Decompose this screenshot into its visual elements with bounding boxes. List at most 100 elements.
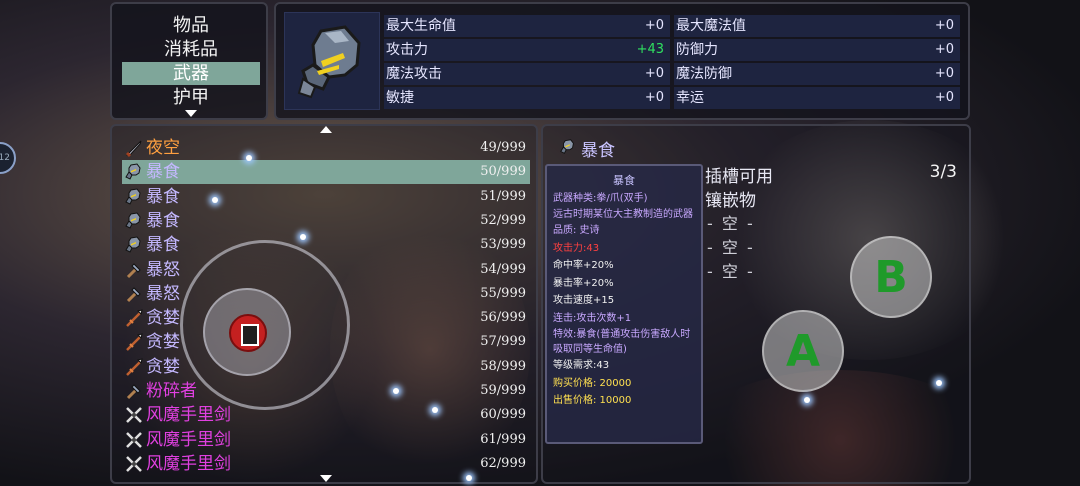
sword-icon <box>125 140 142 158</box>
detail-title: 暴食 <box>581 141 615 161</box>
socket-count: 3/3 <box>929 162 957 182</box>
weapon-quantity: 55/999 <box>480 285 526 301</box>
weapon-list-item[interactable]: 风魔手里剑 61/999 <box>122 428 530 452</box>
stat-value: +0 <box>934 18 954 33</box>
item-tooltip: 暴食 武器种类:拳/爪(双手) 远古时期某位大主教制造的武器 品质: 史诗 攻击… <box>545 164 703 444</box>
weapon-quantity: 52/999 <box>480 212 526 228</box>
tooltip-attack: 攻击力:43 <box>553 242 600 254</box>
weapon-name: 粉碎者 <box>146 381 197 401</box>
stat-value: +0 <box>644 66 664 81</box>
tooltip-effect: 特效:暴食(普通攻击伤害敌人时吸取同等生命值) <box>553 329 691 355</box>
tooltip-type: 武器种类:拳/爪(双手) <box>553 192 648 204</box>
weapon-list-item[interactable]: 暴食 50/999 <box>122 160 530 185</box>
stat-luck: 幸运 +0 <box>674 87 960 109</box>
weapon-name: 暴食 <box>146 186 180 207</box>
gauntlet-icon <box>125 163 141 180</box>
category-armor[interactable]: 护甲 <box>122 86 260 109</box>
hammer-icon <box>126 262 141 278</box>
weapon-quantity: 60/999 <box>480 407 526 423</box>
category-consumables[interactable]: 消耗品 <box>122 38 260 61</box>
scroll-up-arrow-icon[interactable] <box>320 126 332 133</box>
tooltip-quality: 品质: 史诗 <box>553 225 600 236</box>
joystick-knob[interactable] <box>203 288 291 376</box>
weapon-name: 暴食 <box>146 210 180 231</box>
stat-value: +0 <box>644 18 664 33</box>
scroll-down-arrow-icon[interactable] <box>185 110 197 117</box>
scroll-down-arrow-icon[interactable] <box>320 475 332 482</box>
b-button[interactable]: B <box>850 236 932 318</box>
sparkle <box>466 475 472 481</box>
stat-value: +0 <box>934 66 954 81</box>
inlay-slot-1[interactable]: - 空 - <box>707 210 755 234</box>
socket-label: 插槽可用 <box>705 167 773 187</box>
weapon-quantity: 58/999 <box>480 358 526 374</box>
side-menu-button[interactable]: 12 <box>0 142 16 174</box>
tooltip-name: 暴食 <box>613 174 635 187</box>
stat-defense: 防御力 +0 <box>674 39 960 61</box>
weapon-name: 暴食 <box>146 162 180 183</box>
stat-value: +0 <box>934 90 954 105</box>
sparkle <box>804 397 810 403</box>
weapon-quantity: 50/999 <box>480 164 526 180</box>
gauntlet-icon <box>125 236 141 253</box>
weapon-quantity: 49/999 <box>480 140 526 155</box>
sparkle <box>212 197 218 203</box>
spear-icon <box>126 309 143 327</box>
weapon-list-item[interactable]: 风魔手里剑 62/999 <box>122 452 530 476</box>
weapon-name: 风魔手里剑 <box>146 405 231 426</box>
sparkle <box>393 388 399 394</box>
weapon-name: 贪婪 <box>146 356 180 377</box>
stat-agility: 敏捷 +0 <box>384 87 670 109</box>
stat-attack: 攻击力 +43 <box>384 39 670 61</box>
weapon-quantity: 61/999 <box>480 431 526 447</box>
stat-max-hp: 最大生命值 +0 <box>384 15 670 37</box>
weapon-name: 暴食 <box>146 235 180 256</box>
stat-label: 防御力 <box>676 42 718 58</box>
weapon-quantity: 56/999 <box>480 310 526 326</box>
weapon-list-item[interactable]: 暴食 53/999 <box>122 233 530 257</box>
tooltip-description: 远古时期某位大主教制造的武器 <box>553 209 693 220</box>
weapon-list-item[interactable]: 暴食 52/999 <box>122 209 530 233</box>
tooltip-hit-rate: 命中率+20% <box>553 260 614 271</box>
category-weapons[interactable]: 武器 <box>122 62 260 85</box>
gauntlet-icon <box>560 139 574 154</box>
tooltip-combo: 连击:攻击次数+1 <box>553 312 632 324</box>
stat-value: +0 <box>934 42 954 57</box>
tooltip-buy-price: 购买价格: 20000 <box>553 377 632 389</box>
category-items[interactable]: 物品 <box>122 14 260 37</box>
hammer-icon <box>126 287 141 302</box>
weapon-name: 暴怒 <box>146 259 180 280</box>
sparkle <box>300 234 306 240</box>
weapon-name: 贪婪 <box>146 332 180 353</box>
stat-magic-defense: 魔法防御 +0 <box>674 63 960 85</box>
inlay-slot-2[interactable]: - 空 - <box>707 234 755 258</box>
item-stats-panel: 最大生命值 +0 最大魔法值 +0 攻击力 +43 防御力 +0 魔法攻击 +0… <box>274 2 970 120</box>
weapon-quantity: 59/999 <box>480 383 526 398</box>
weapon-name: 风魔手里剑 <box>146 429 231 450</box>
virtual-joystick[interactable] <box>180 240 350 410</box>
stat-label: 幸运 <box>676 90 704 106</box>
gauntlet-icon <box>297 25 361 99</box>
weapon-list-item[interactable]: 夜空 49/999 <box>122 136 530 160</box>
weapon-list-item[interactable]: 风魔手里剑 60/999 <box>122 403 530 427</box>
sparkle <box>936 380 942 386</box>
weapon-list-item[interactable]: 暴食 51/999 <box>122 185 530 209</box>
stat-label: 攻击力 <box>386 42 428 58</box>
stat-value: +43 <box>636 42 664 57</box>
tooltip-crit-rate: 暴击率+20% <box>553 277 614 289</box>
stat-magic-attack: 魔法攻击 +0 <box>384 63 670 85</box>
tooltip-level-req: 等级需求:43 <box>553 360 610 371</box>
a-button[interactable]: A <box>762 310 844 392</box>
stat-label: 最大魔法值 <box>676 18 746 34</box>
weapon-name: 贪婪 <box>146 308 180 329</box>
stat-max-mp: 最大魔法值 +0 <box>674 15 960 37</box>
inlay-slot-3[interactable]: - 空 - <box>707 258 755 282</box>
tooltip-sell-price: 出售价格: 10000 <box>553 395 632 406</box>
stat-label: 魔法攻击 <box>386 66 442 82</box>
weapon-name: 暴怒 <box>146 283 180 304</box>
stat-label: 敏捷 <box>386 90 414 106</box>
gauntlet-icon <box>125 188 141 205</box>
weapon-quantity: 53/999 <box>480 237 526 253</box>
weapon-quantity: 62/999 <box>480 455 526 471</box>
stat-label: 魔法防御 <box>676 66 732 82</box>
